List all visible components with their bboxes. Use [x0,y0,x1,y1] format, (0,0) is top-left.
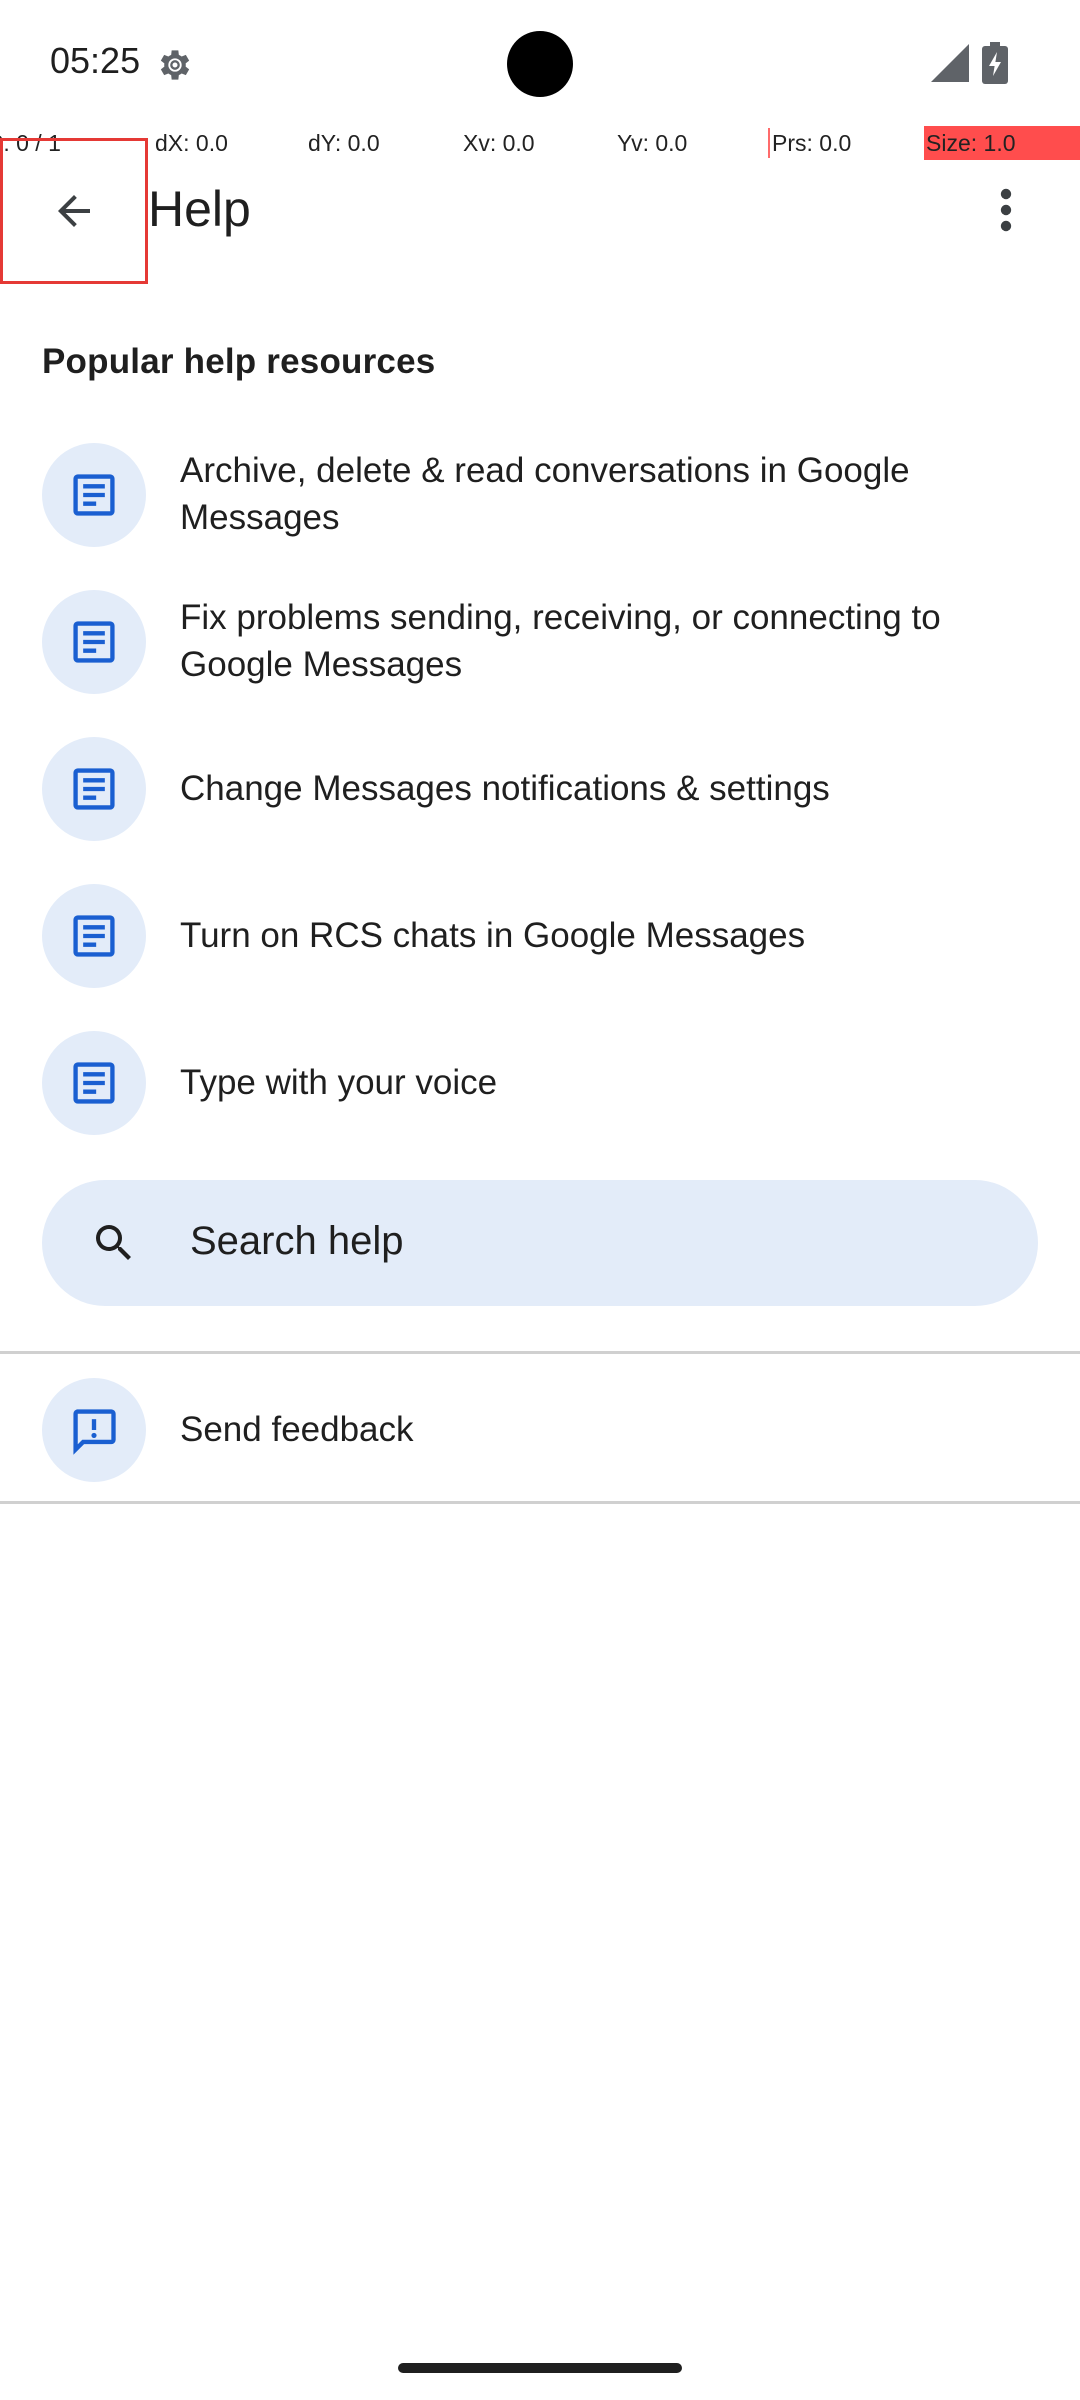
help-resource-label: Turn on RCS chats in Google Messages [180,916,806,955]
page-title: Help [148,181,251,237]
search-icon [96,1225,131,1260]
article-icon [42,737,146,841]
help-resource-label: Fix problems sending, receiving, or conn… [180,598,941,684]
article-icon [42,1031,146,1135]
search-placeholder: Search help [190,1219,404,1263]
gesture-nav-handle[interactable] [398,2363,682,2373]
debug-size: Size: 1.0 [926,130,1016,156]
cell-signal-icon [931,44,969,82]
back-button[interactable] [0,138,148,284]
arrow-back-icon [58,195,90,227]
popular-help-heading: Popular help resources [42,342,436,381]
debug-yv: Yv: 0.0 [617,130,688,156]
help-resource-item[interactable]: Fix problems sending, receiving, or conn… [0,572,1080,712]
debug-separator [768,128,770,158]
settings-gear-icon [160,50,190,80]
feedback-icon [42,1378,146,1482]
send-feedback-label: Send feedback [180,1410,414,1449]
article-icon [42,884,146,988]
debug-prs: Prs: 0.0 [772,130,852,156]
help-resource-item[interactable]: Change Messages notifications & settings [0,719,1080,859]
help-resource-label: Change Messages notifications & settings [180,769,830,808]
debug-dx: dX: 0.0 [155,130,228,156]
status-time: 05:25 [50,40,141,81]
send-feedback-item[interactable]: Send feedback [0,1358,1080,1498]
divider [0,1351,1080,1354]
divider [0,1501,1080,1504]
article-icon [42,590,146,694]
more-options-button[interactable] [970,180,1042,240]
battery-charging-icon [982,42,1008,84]
pointer-location-bar: P: 0 / 1 dX: 0.0 dY: 0.0 Xv: 0.0 Yv: 0.0… [0,126,1080,160]
help-resource-label: Archive, delete & read conversations in … [180,451,910,537]
article-icon [42,443,146,547]
help-resource-item[interactable]: Type with your voice [0,1013,1080,1153]
help-resource-item[interactable]: Archive, delete & read conversations in … [0,425,1080,565]
camera-cutout [507,31,573,97]
more-vert-icon [1000,188,1012,232]
help-resource-label: Type with your voice [180,1063,498,1102]
help-resource-item[interactable]: Turn on RCS chats in Google Messages [0,866,1080,1006]
search-help-field[interactable]: Search help [42,1180,1038,1306]
status-bar: 05:25 [0,0,1080,130]
debug-dy: dY: 0.0 [308,130,380,156]
debug-xv: Xv: 0.0 [463,130,535,156]
